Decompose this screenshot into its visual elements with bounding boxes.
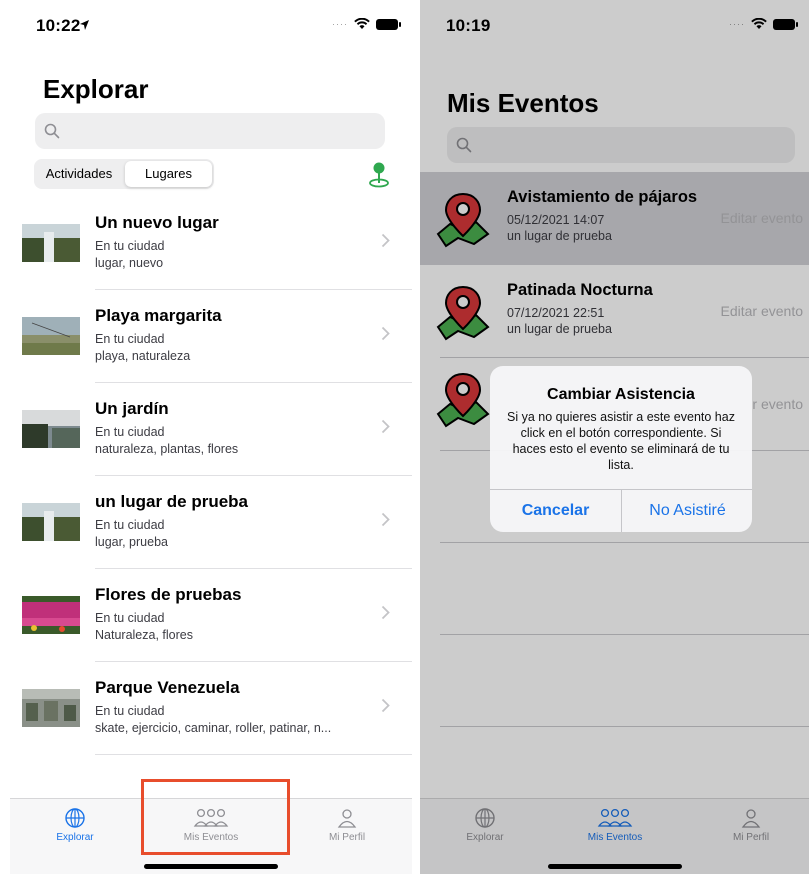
location-arrow-icon [80, 20, 89, 30]
place-name: un lugar de prueba [95, 492, 249, 511]
segment-lugares[interactable]: Lugares [125, 161, 212, 187]
place-name: Parque Venezuela [95, 678, 240, 697]
globe-icon [65, 808, 85, 828]
places-list: Un nuevo lugar En tu ciudad lugar, nuevo… [10, 197, 412, 755]
status-time: 10:22 [36, 16, 81, 35]
status-icons: ···· [332, 18, 401, 30]
list-item[interactable]: Un nuevo lugar En tu ciudad lugar, nuevo [10, 197, 412, 290]
place-location: En tu ciudad [95, 425, 165, 439]
list-item[interactable]: Flores de pruebas En tu ciudad Naturalez… [10, 569, 412, 662]
wifi-icon [354, 18, 370, 29]
place-tags: naturaleza, plantas, flores [95, 442, 239, 456]
place-location: En tu ciudad [95, 518, 165, 532]
place-tags: lugar, prueba [95, 535, 168, 549]
chevron-right-icon [381, 512, 390, 527]
search-icon [44, 123, 60, 139]
explorar-screen: 10:22 ···· Explorar Actividades Lugares … [10, 0, 412, 874]
page-title: Explorar [43, 74, 149, 104]
chevron-right-icon [381, 419, 390, 434]
place-tags: lugar, nuevo [95, 256, 164, 270]
list-item[interactable]: un lugar de prueba En tu ciudad lugar, p… [10, 476, 412, 569]
status-bar: 10:22 ···· [10, 0, 412, 44]
battery-icon [376, 18, 401, 30]
no-asistire-button[interactable]: No Asistiré [622, 490, 752, 532]
place-thumbnail [22, 596, 80, 634]
tab-mi-perfil[interactable]: Mi Perfil [282, 807, 412, 843]
tab-label: Explorar [56, 832, 94, 843]
place-tags: skate, ejercicio, caminar, roller, patin… [95, 721, 332, 735]
home-indicator [144, 864, 278, 869]
person-icon [337, 809, 357, 828]
chevron-right-icon [381, 233, 390, 248]
signal-icon: ···· [332, 19, 348, 29]
place-location: En tu ciudad [95, 611, 165, 625]
chevron-right-icon [381, 605, 390, 620]
tab-label: Mi Perfil [328, 832, 366, 843]
mis-eventos-screen: 10:19 ···· Mis Eventos Avistamiento de p… [420, 0, 809, 874]
segment-actividades[interactable]: Actividades [36, 161, 122, 187]
place-thumbnail [22, 689, 80, 727]
place-location: En tu ciudad [95, 704, 165, 718]
place-name: Un nuevo lugar [95, 213, 219, 232]
search-bar[interactable] [35, 113, 385, 149]
place-thumbnail [22, 503, 80, 541]
segmented-control: Actividades Lugares [34, 159, 214, 189]
place-thumbnail [22, 224, 80, 262]
cancel-button[interactable]: Cancelar [490, 490, 621, 532]
alert-dialog: Cambiar Asistencia Si ya no quieres asis… [490, 366, 752, 532]
place-tags: playa, naturaleza [95, 349, 191, 363]
place-thumbnail [22, 410, 80, 448]
place-location: En tu ciudad [95, 332, 165, 346]
chevron-right-icon [381, 326, 390, 341]
place-name: Playa margarita [95, 306, 222, 325]
list-item[interactable]: Playa margarita En tu ciudad playa, natu… [10, 290, 412, 383]
annotation-highlight-box [141, 779, 290, 855]
place-name: Flores de pruebas [95, 585, 242, 604]
place-tags: Naturaleza, flores [95, 628, 193, 642]
tab-explorar[interactable]: Explorar [10, 807, 140, 843]
place-thumbnail [22, 317, 80, 355]
chevron-right-icon [381, 698, 390, 713]
row-divider [95, 754, 412, 755]
alert-message: Si ya no quieres asistir a este evento h… [507, 410, 735, 472]
place-name: Un jardín [95, 399, 169, 418]
list-item[interactable]: Un jardín En tu ciudad naturaleza, plant… [10, 383, 412, 476]
map-pin-icon[interactable] [367, 161, 391, 189]
place-location: En tu ciudad [95, 239, 165, 253]
list-item[interactable]: Parque Venezuela En tu ciudad skate, eje… [10, 662, 412, 755]
alert-title: Cambiar Asistencia [547, 386, 695, 403]
